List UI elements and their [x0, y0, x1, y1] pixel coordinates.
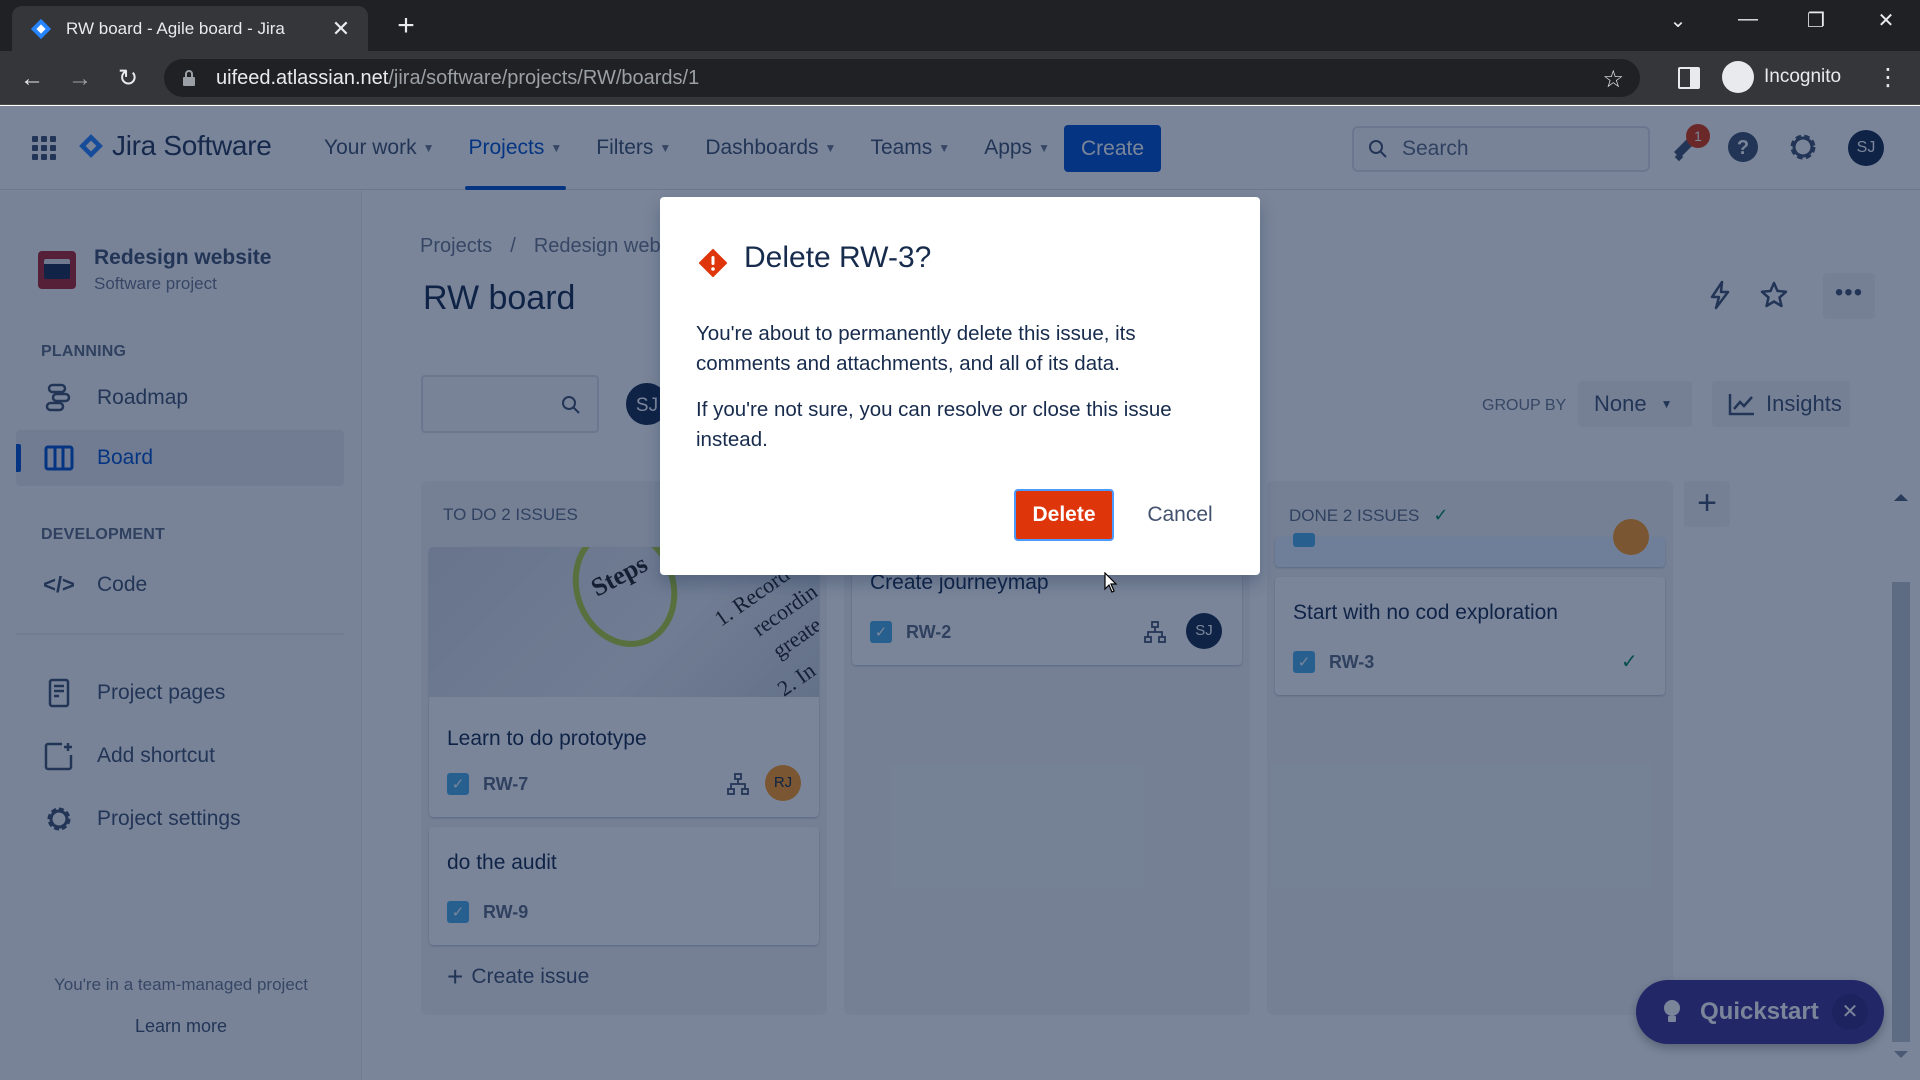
- delete-button[interactable]: Delete: [1014, 489, 1114, 541]
- bookmark-star-icon[interactable]: ☆: [1602, 65, 1624, 94]
- lock-icon: [183, 70, 195, 86]
- dialog-message: You're about to permanently delete this …: [696, 322, 1136, 375]
- dialog-hint: If you're not sure, you can resolve or c…: [696, 398, 1172, 451]
- url-field[interactable]: uifeed.atlassian.net/jira/software/proje…: [164, 59, 1640, 97]
- address-bar-row: ← → ↻ uifeed.atlassian.net/jira/software…: [0, 51, 1920, 105]
- tab-close-icon[interactable]: ✕: [328, 16, 354, 42]
- cancel-button[interactable]: Cancel: [1130, 489, 1230, 541]
- forward-button[interactable]: →: [64, 63, 96, 95]
- reload-button[interactable]: ↻: [112, 63, 144, 95]
- browser-tab[interactable]: RW board - Agile board - Jira ✕: [12, 6, 368, 51]
- incognito-label: Incognito: [1764, 66, 1842, 87]
- restore-button[interactable]: ❐: [1796, 8, 1836, 33]
- minimize-button[interactable]: —: [1728, 8, 1768, 31]
- incognito-indicator[interactable]: Incognito: [1722, 61, 1841, 93]
- tab-title: RW board - Agile board - Jira: [66, 18, 285, 38]
- tab-search-icon[interactable]: ⌄: [1658, 8, 1698, 33]
- jira-favicon-icon: [30, 18, 52, 39]
- browser-tab-strip: RW board - Agile board - Jira ✕ + ⌄ — ❐ …: [0, 0, 1920, 51]
- side-panel-icon[interactable]: [1678, 67, 1700, 89]
- url-path: /jira/software/projects/RW/boards/1: [388, 66, 700, 89]
- delete-issue-dialog: Delete RW-3? You're about to permanently…: [660, 197, 1260, 575]
- browser-menu-icon[interactable]: ⋮: [1876, 63, 1900, 92]
- back-button[interactable]: ←: [16, 63, 48, 95]
- warning-icon: [699, 249, 727, 277]
- close-window-button[interactable]: ✕: [1866, 8, 1906, 33]
- dialog-title: Delete RW-3?: [744, 241, 932, 274]
- new-tab-button[interactable]: +: [390, 10, 422, 42]
- url-host: uifeed.atlassian.net: [216, 66, 389, 89]
- mouse-cursor-icon: [1104, 572, 1118, 593]
- incognito-icon: [1722, 61, 1754, 93]
